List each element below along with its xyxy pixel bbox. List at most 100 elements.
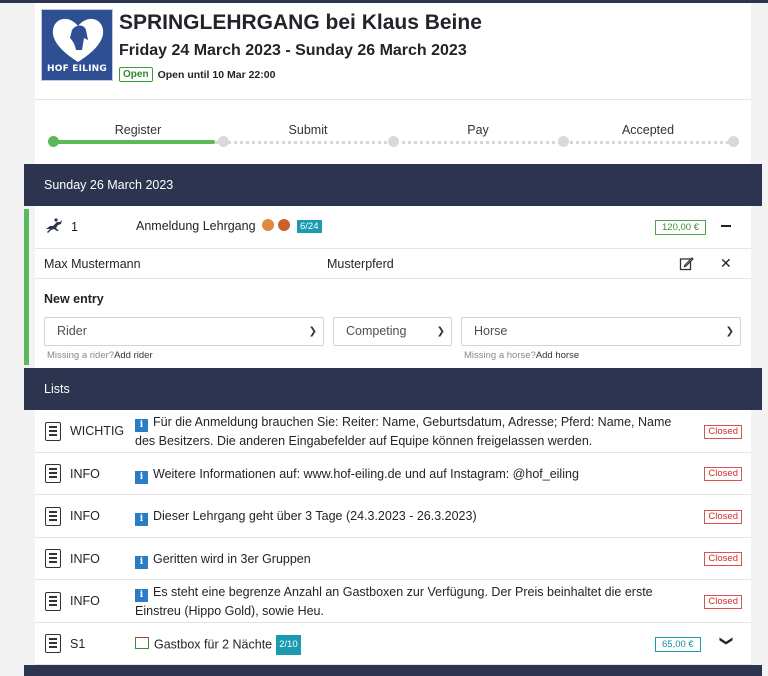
list-description: i Für die Anmeldung brauchen Sie: Reiter:… xyxy=(135,413,675,450)
status-badge: Open xyxy=(119,67,153,82)
list-item[interactable]: INFO i Es steht eine begrenze Anzahl an G… xyxy=(35,580,751,623)
collapse-icon[interactable] xyxy=(721,225,731,227)
missing-horse-text: Missing a horse? xyxy=(464,350,536,361)
list-item[interactable]: WICHTIG i Für die Anmeldung brauchen Sie:… xyxy=(35,410,751,453)
info-icon: i xyxy=(135,419,148,432)
step-register[interactable]: Register xyxy=(115,123,162,137)
list-price: 65,00 € xyxy=(655,637,701,652)
step-node-pay xyxy=(388,136,399,147)
event-status: Open Open until 10 Mar 22:00 xyxy=(119,67,275,82)
closed-badge: Closed xyxy=(704,467,742,481)
list-type: WICHTIG xyxy=(70,424,125,438)
list-description: i Es steht eine begrenze Anzahl an Gastbo… xyxy=(135,583,680,620)
list-count-badge: 2/10 xyxy=(276,635,301,655)
progress-steps: Register Submit Pay Accepted xyxy=(35,100,751,164)
chevron-down-icon: ❯ xyxy=(308,326,317,337)
status-text: Open until 10 Mar 22:00 xyxy=(157,68,276,81)
list-item[interactable]: S1 Gastbox für 2 Nächte 2/10 65,00 € ❯ xyxy=(35,623,751,665)
progress-track xyxy=(215,141,735,144)
class-row[interactable]: 1 Anmeldung Lehrgang 6/24 120,00 € xyxy=(35,206,751,249)
horse-select[interactable]: Horse ❯ xyxy=(461,317,741,346)
list-item[interactable]: INFO i Dieser Lehrgang geht über 3 Tage (… xyxy=(35,495,751,538)
horse-select-value: Horse xyxy=(474,324,508,338)
delete-entry-icon[interactable]: ✕ xyxy=(720,255,732,272)
list-icon xyxy=(45,464,61,483)
list-type: INFO xyxy=(70,594,100,608)
list-icon xyxy=(45,592,61,611)
list-icon xyxy=(45,507,61,526)
list-text: Für die Anmeldung brauchen Sie: Reiter: … xyxy=(135,415,672,448)
list-type: INFO xyxy=(70,467,100,481)
step-node-accepted-start xyxy=(558,136,569,147)
edit-icon[interactable] xyxy=(679,256,694,271)
chevron-down-icon: ❯ xyxy=(725,326,734,337)
closed-badge: Closed xyxy=(704,552,742,566)
list-type: S1 xyxy=(70,637,86,651)
step-pay[interactable]: Pay xyxy=(467,123,489,137)
event-dates: Friday 24 March 2023 - Sunday 26 March 2… xyxy=(119,42,467,59)
closed-badge: Closed xyxy=(704,425,742,439)
list-icon xyxy=(45,634,61,653)
info-icon: i xyxy=(135,513,148,526)
list-text: Dieser Lehrgang geht über 3 Tage (24.3.2… xyxy=(153,509,477,523)
step-node-register xyxy=(48,136,59,147)
list-description: i Geritten wird in 3er Gruppen xyxy=(135,550,675,569)
entry-rider: Max Mustermann xyxy=(44,257,141,271)
list-text: Weitere Informationen auf: www.hof-eilin… xyxy=(153,467,579,481)
event-header: HOF EILING SPRINGLEHRGANG bei Klaus Bein… xyxy=(35,3,751,100)
next-section-header xyxy=(24,665,762,676)
list-icon xyxy=(45,422,61,441)
info-icon: i xyxy=(135,471,148,484)
list-type: INFO xyxy=(70,552,100,566)
list-text: Gastbox für 2 Nächte xyxy=(154,637,273,652)
event-logo: HOF EILING xyxy=(41,9,113,81)
list-item[interactable]: INFO i Weitere Informationen auf: www.hof… xyxy=(35,453,751,495)
class-name: Anmeldung Lehrgang xyxy=(136,219,256,233)
closed-badge: Closed xyxy=(704,595,742,609)
info-icon: i xyxy=(135,589,148,602)
step-node-submit xyxy=(218,136,229,147)
info-icon: i xyxy=(135,556,148,569)
missing-rider-hint: Missing a rider?Add rider xyxy=(47,350,153,361)
rider-select[interactable]: Rider ❯ xyxy=(44,317,324,346)
progress-fill xyxy=(55,140,215,144)
entry-horse: Musterpferd xyxy=(327,257,394,271)
list-description: i Weitere Informationen auf: www.hof-eili… xyxy=(135,465,675,484)
rider-icon xyxy=(262,219,275,231)
horse-heart-icon xyxy=(52,18,104,63)
class-price: 120,00 € xyxy=(655,220,706,235)
competing-select-value: Competing xyxy=(346,324,407,338)
list-item[interactable]: INFO i Geritten wird in 3er Gruppen Close… xyxy=(35,538,751,580)
house-icon xyxy=(135,637,149,650)
list-description: Gastbox für 2 Nächte 2/10 xyxy=(135,635,535,655)
step-submit[interactable]: Submit xyxy=(289,123,328,137)
chevron-down-icon[interactable]: ❯ xyxy=(718,636,734,647)
new-entry-panel: New entry Rider ❯ Competing ❯ Horse ❯ Mi… xyxy=(35,279,751,368)
new-entry-heading: New entry xyxy=(44,292,104,306)
competing-select[interactable]: Competing ❯ xyxy=(333,317,452,346)
class-name-wrap: Anmeldung Lehrgang 6/24 xyxy=(136,219,322,234)
missing-rider-text: Missing a rider? xyxy=(47,350,115,361)
event-title: SPRINGLEHRGANG bei Klaus Beine xyxy=(119,11,482,34)
add-horse-link[interactable]: Add horse xyxy=(536,350,579,361)
closed-badge: Closed xyxy=(704,510,742,524)
class-number: 1 xyxy=(71,220,78,234)
list-description: i Dieser Lehrgang geht über 3 Tage (24.3.… xyxy=(135,507,675,526)
list-icon xyxy=(45,549,61,568)
day-header: Sunday 26 March 2023 xyxy=(24,164,762,206)
missing-horse-hint: Missing a horse?Add horse xyxy=(464,350,579,361)
rider-select-value: Rider xyxy=(57,324,87,338)
chevron-down-icon: ❯ xyxy=(436,326,445,337)
step-node-accepted xyxy=(728,136,739,147)
logo-text: HOF EILING xyxy=(47,64,107,74)
list-text: Geritten wird in 3er Gruppen xyxy=(153,552,311,566)
step-accepted[interactable]: Accepted xyxy=(622,123,674,137)
list-type: INFO xyxy=(70,509,100,523)
show-jumping-icon xyxy=(46,218,62,233)
lists-header: Lists xyxy=(24,368,762,410)
entry-row: Max Mustermann Musterpferd ✕ xyxy=(35,249,751,279)
add-rider-link[interactable]: Add rider xyxy=(114,350,153,361)
selected-class-indicator xyxy=(24,209,29,365)
class-count-badge: 6/24 xyxy=(297,220,322,234)
rider-icon xyxy=(277,219,290,231)
